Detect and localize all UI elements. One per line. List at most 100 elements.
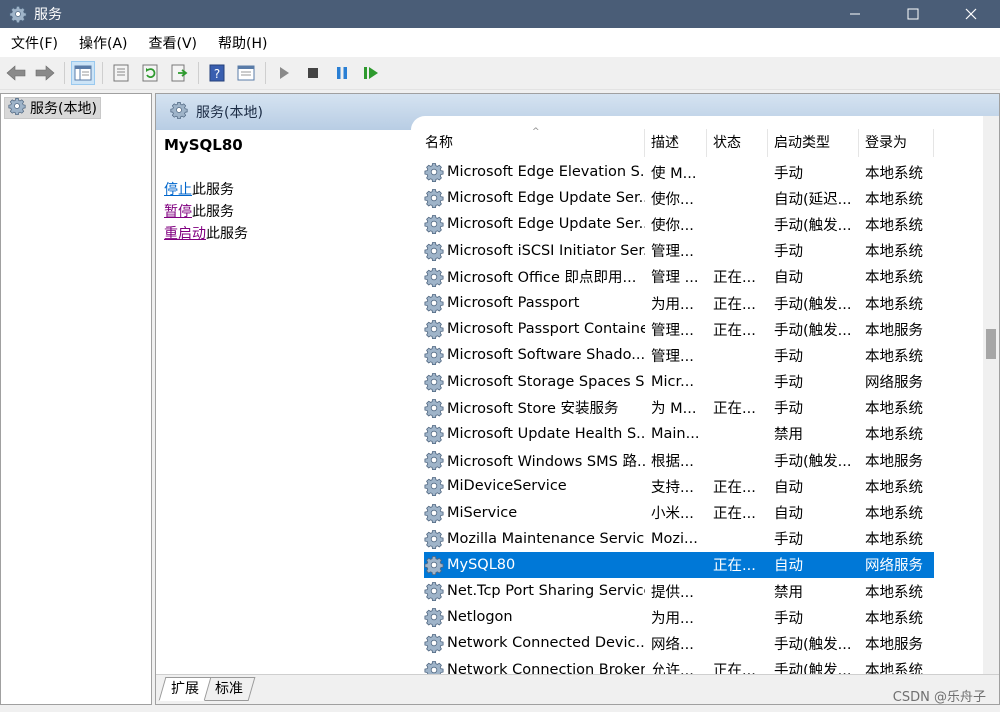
- table-row[interactable]: Microsoft iSCSI Initiator Ser... 管理... 手动 本…: [424, 238, 934, 264]
- table-row[interactable]: Network Connected Devic... 网络... 手动(触发... 本…: [424, 630, 934, 656]
- table-row[interactable]: Microsoft Windows SMS 路... 根据... 手动(触发... 本…: [424, 447, 934, 473]
- table-row[interactable]: Microsoft Edge Update Ser... 使你... 手动(触发..…: [424, 211, 934, 237]
- properties-icon[interactable]: [109, 61, 133, 85]
- column-header-description[interactable]: 描述: [645, 129, 707, 157]
- service-description: 使你...: [651, 217, 694, 234]
- tab-extended[interactable]: 扩展: [158, 677, 212, 701]
- column-header-status[interactable]: 状态: [707, 129, 768, 157]
- service-log-on-as: 本地系统: [865, 244, 923, 261]
- table-row[interactable]: Microsoft Store 安装服务为 M... 正在... 手动 本地系统: [424, 395, 934, 421]
- column-header-startup-type[interactable]: 启动类型: [768, 129, 859, 157]
- minimize-icon[interactable]: [826, 0, 884, 28]
- service-status: 正在...: [713, 296, 756, 313]
- service-startup-type: 手动: [774, 165, 803, 182]
- gear-icon: [8, 97, 26, 119]
- service-description: 管理...: [651, 244, 694, 261]
- stop-service-link[interactable]: 停止: [164, 182, 192, 198]
- service-name: Microsoft Office 即点即用...: [424, 266, 645, 287]
- table-row[interactable]: Microsoft Office 即点即用... 管理 ... 正在... 自动 本地系…: [424, 264, 934, 290]
- service-startup-type: 自动: [774, 270, 803, 287]
- restart-service-action: 重启动此服务: [164, 226, 248, 242]
- start-icon[interactable]: [272, 61, 296, 85]
- toolbar-separator: [198, 62, 199, 84]
- service-name: Microsoft Passport: [424, 293, 645, 313]
- service-startup-type: 手动: [774, 244, 803, 261]
- table-row[interactable]: Net.Tcp Port Sharing Service 提供... 禁用 本地系统: [424, 578, 934, 604]
- restart-service-link[interactable]: 重启动: [164, 226, 206, 242]
- menu-action[interactable]: 操作(A): [68, 33, 138, 53]
- service-name: Network Connected Devic...: [424, 633, 645, 653]
- table-row[interactable]: Microsoft Edge Update Ser... 使你... 自动(延迟..…: [424, 185, 934, 211]
- export-icon[interactable]: [167, 61, 191, 85]
- maximize-icon[interactable]: [884, 0, 942, 28]
- service-startup-type: 自动: [774, 479, 803, 496]
- table-row[interactable]: Microsoft Edge Elevation S... 使 M... 手动 本地系…: [424, 159, 934, 185]
- gear-icon: [424, 450, 444, 470]
- tree-item-services-local[interactable]: 服务(本地): [4, 97, 101, 119]
- service-description: 使你...: [651, 191, 694, 208]
- toolbar-separator: [102, 62, 103, 84]
- menu-help[interactable]: 帮助(H): [207, 33, 277, 53]
- back-arrow-icon[interactable]: [4, 61, 28, 85]
- service-status: 正在...: [713, 322, 756, 339]
- scrollbar-thumb[interactable]: [986, 329, 996, 359]
- service-description: 提供...: [651, 584, 694, 601]
- gear-icon: [424, 555, 444, 575]
- service-status: 正在...: [713, 558, 756, 575]
- service-name: Microsoft Update Health S...: [424, 424, 645, 444]
- table-row[interactable]: Microsoft Passport 为用... 正在... 手动(触发... 本地系统: [424, 290, 934, 316]
- menu-file[interactable]: 文件(F): [0, 33, 68, 53]
- console-icon[interactable]: [234, 61, 258, 85]
- table-row[interactable]: Microsoft Update Health S... Main... 禁用 本地系…: [424, 421, 934, 447]
- table-row[interactable]: Mozilla Maintenance Service Mozi... 手动 本地系统: [424, 526, 934, 552]
- service-log-on-as: 本地系统: [865, 217, 923, 234]
- toolbar: ?: [0, 57, 1000, 90]
- table-row[interactable]: MiService 小米... 正在... 自动 本地系统: [424, 499, 934, 525]
- forward-arrow-icon[interactable]: [33, 61, 57, 85]
- refresh-icon[interactable]: [138, 61, 162, 85]
- help-icon[interactable]: ?: [205, 61, 229, 85]
- menu-bar: 文件(F) 操作(A) 查看(V) 帮助(H): [0, 28, 1000, 57]
- selected-service-name: MySQL80: [164, 136, 243, 154]
- table-row[interactable]: Microsoft Software Shado... 管理... 手动 本地系统: [424, 342, 934, 368]
- menu-view[interactable]: 查看(V): [138, 33, 208, 53]
- status-bar: [0, 705, 1000, 712]
- table-row[interactable]: Microsoft Passport Container 管理... 正在... 手动…: [424, 316, 934, 342]
- column-header-log-on-as[interactable]: 登录为: [859, 129, 934, 157]
- service-log-on-as: 本地系统: [865, 479, 923, 496]
- service-name: Mozilla Maintenance Service: [424, 529, 645, 549]
- service-name: Microsoft Edge Elevation S...: [424, 162, 645, 182]
- restart-icon[interactable]: [359, 61, 383, 85]
- table-row[interactable]: Netlogon 为用... 手动 本地系统: [424, 604, 934, 630]
- window-controls: [826, 0, 1000, 28]
- tree-item-label: 服务(本地): [30, 101, 97, 117]
- watermark: CSDN @乐舟子: [892, 690, 986, 705]
- service-startup-type: 手动: [774, 532, 803, 549]
- close-icon[interactable]: [942, 0, 1000, 28]
- service-name: MiDeviceService: [424, 476, 645, 496]
- gear-icon: [424, 372, 444, 392]
- vertical-scrollbar[interactable]: [983, 116, 999, 676]
- service-description: 网络...: [651, 636, 694, 653]
- service-description: 根据...: [651, 453, 694, 470]
- panel-header-label: 服务(本地): [196, 105, 263, 121]
- service-name: Microsoft Edge Update Ser...: [424, 188, 645, 208]
- pause-service-link[interactable]: 暂停: [164, 204, 192, 220]
- service-startup-type: 手动: [774, 348, 803, 365]
- pause-icon[interactable]: [330, 61, 354, 85]
- service-log-on-as: 本地系统: [865, 348, 923, 365]
- table-row[interactable]: Microsoft Storage Spaces S... Micr... 手动 网络…: [424, 369, 934, 395]
- service-startup-type: 禁用: [774, 584, 803, 601]
- table-row[interactable]: MiDeviceService 支持... 正在... 自动 本地系统: [424, 473, 934, 499]
- service-name: Netlogon: [424, 607, 645, 627]
- service-name: MiService: [424, 503, 645, 523]
- stop-icon[interactable]: [301, 61, 325, 85]
- service-startup-type: 手动(触发...: [774, 322, 852, 339]
- service-rows: Microsoft Edge Elevation S... 使 M... 手动 本地系…: [424, 159, 934, 676]
- service-description: Main...: [651, 425, 700, 442]
- service-log-on-as: 本地系统: [865, 401, 923, 418]
- show-tree-icon[interactable]: [71, 61, 95, 85]
- column-header-name[interactable]: 名称: [411, 129, 645, 157]
- table-row[interactable]: MySQL80 正在... 自动 网络服务: [424, 551, 934, 578]
- tab-standard[interactable]: 标准: [202, 677, 256, 701]
